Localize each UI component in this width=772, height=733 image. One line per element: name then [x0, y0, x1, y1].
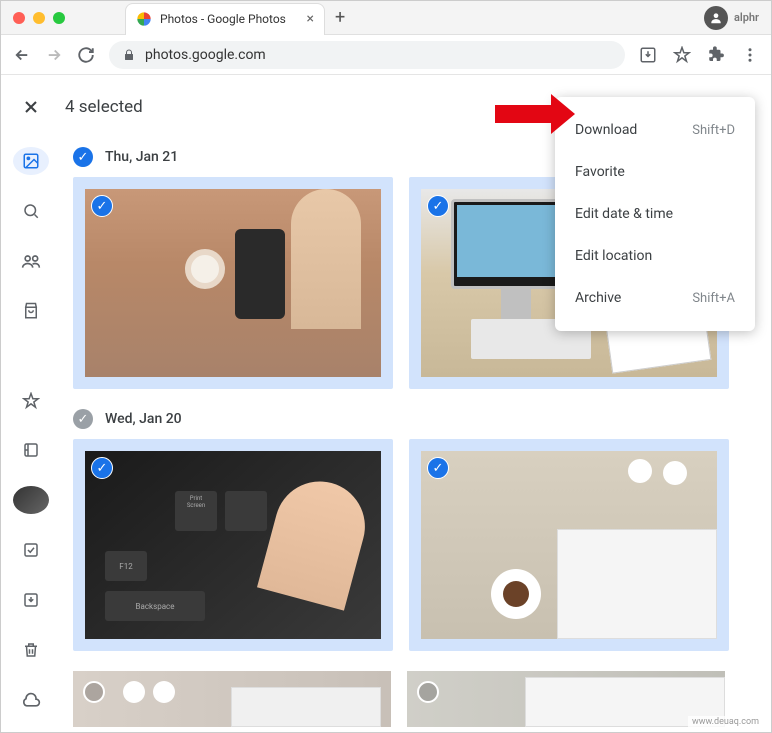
photo-thumbnail: F12 Backspace PrintScreen: [85, 451, 381, 639]
photo-check-icon[interactable]: [417, 681, 439, 703]
date-header[interactable]: ✓ Wed, Jan 20: [73, 409, 751, 429]
sidebar-search[interactable]: [13, 197, 49, 225]
menu-label: Favorite: [575, 164, 625, 180]
photo-thumbnail: [421, 451, 717, 639]
close-selection-button[interactable]: [21, 97, 41, 117]
photo-check-icon[interactable]: ✓: [427, 195, 449, 217]
photo-row: F12 Backspace PrintScreen ✓ ✓: [73, 439, 751, 651]
address-bar[interactable]: photos.google.com: [109, 41, 625, 69]
photo-item[interactable]: [407, 671, 725, 727]
sidebar-trash[interactable]: [13, 636, 49, 664]
menu-archive[interactable]: Archive Shift+A: [555, 277, 755, 319]
lock-icon: [123, 49, 135, 61]
tab-title: Photos - Google Photos: [160, 12, 299, 26]
sidebar-sharing[interactable]: [13, 247, 49, 275]
photo-thumbnail: [85, 189, 381, 377]
photo-item[interactable]: F12 Backspace PrintScreen ✓: [73, 439, 393, 651]
menu-shortcut: Shift+D: [692, 123, 735, 138]
sidebar-memory-thumb[interactable]: [13, 486, 49, 514]
date-check-icon[interactable]: ✓: [73, 409, 93, 429]
alphr-label: alphr: [734, 11, 759, 24]
window-maximize-button[interactable]: [53, 12, 65, 24]
date-check-icon[interactable]: ✓: [73, 147, 93, 167]
photo-check-icon[interactable]: [83, 681, 105, 703]
menu-edit-location[interactable]: Edit location: [555, 235, 755, 277]
sidebar-storage[interactable]: [13, 686, 49, 714]
sidebar-utilities[interactable]: [13, 536, 49, 564]
menu-label: Archive: [575, 290, 621, 306]
photo-item[interactable]: ✓: [73, 177, 393, 389]
photo-thumbnail: [73, 671, 391, 727]
google-photos-favicon: [136, 11, 152, 27]
photo-row: [73, 671, 751, 727]
browser-toolbar: photos.google.com: [1, 35, 771, 75]
menu-label: Edit date & time: [575, 206, 673, 222]
menu-label: Edit location: [575, 248, 652, 264]
photo-check-icon[interactable]: ✓: [91, 457, 113, 479]
sidebar-photos[interactable]: [13, 147, 49, 175]
traffic-lights: [13, 12, 65, 24]
menu-shortcut: Shift+A: [692, 291, 735, 306]
extensions-icon[interactable]: [707, 46, 725, 64]
date-label: Wed, Jan 20: [105, 411, 182, 427]
browser-tab[interactable]: Photos - Google Photos ×: [125, 3, 325, 35]
sidebar-print-store[interactable]: [13, 297, 49, 325]
menu-label: Download: [575, 122, 637, 138]
menu-download[interactable]: Download Shift+D: [555, 109, 755, 151]
context-menu: Download Shift+D Favorite Edit date & ti…: [555, 97, 755, 331]
tab-close-icon[interactable]: ×: [307, 11, 314, 27]
browser-tabbar: Photos - Google Photos × +: [125, 1, 345, 34]
sidebar-archive[interactable]: [13, 586, 49, 614]
forward-button[interactable]: [45, 46, 63, 64]
annotation-arrow: [495, 105, 553, 123]
window-close-button[interactable]: [13, 12, 25, 24]
photo-check-icon[interactable]: ✓: [91, 195, 113, 217]
menu-favorite[interactable]: Favorite: [555, 151, 755, 193]
chrome-menu-icon[interactable]: [741, 46, 759, 64]
watermark: www.deuaq.com: [688, 716, 763, 728]
date-label: Thu, Jan 21: [105, 149, 178, 165]
new-tab-button[interactable]: +: [335, 7, 345, 28]
url-text: photos.google.com: [145, 47, 266, 63]
photo-check-icon[interactable]: ✓: [427, 457, 449, 479]
selection-count-text: 4 selected: [65, 97, 143, 117]
sidebar-favorites[interactable]: [13, 387, 49, 415]
install-app-icon[interactable]: [639, 46, 657, 64]
menu-edit-date[interactable]: Edit date & time: [555, 193, 755, 235]
sidebar-albums[interactable]: [13, 437, 49, 465]
back-button[interactable]: [13, 46, 31, 64]
photo-thumbnail: [407, 671, 725, 727]
reload-button[interactable]: [77, 46, 95, 64]
bookmark-star-icon[interactable]: [673, 46, 691, 64]
window-titlebar: Photos - Google Photos × + alphr: [1, 1, 771, 35]
sidebar: [1, 139, 61, 732]
photo-item[interactable]: [73, 671, 391, 727]
window-minimize-button[interactable]: [33, 12, 45, 24]
profile-avatar-button[interactable]: [704, 6, 728, 30]
photo-item[interactable]: ✓: [409, 439, 729, 651]
toolbar-actions: [639, 46, 759, 64]
